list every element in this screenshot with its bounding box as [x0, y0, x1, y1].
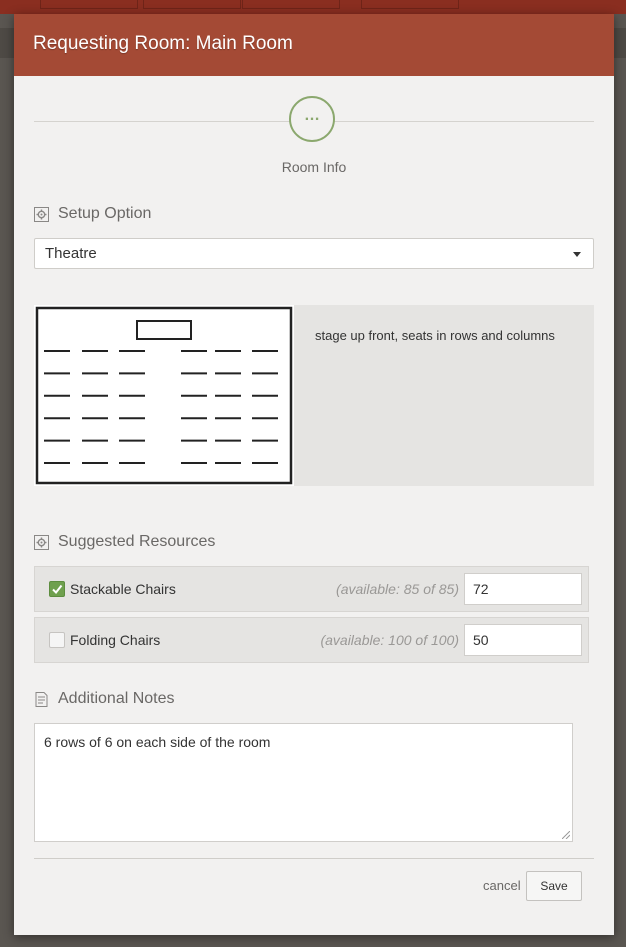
step-label: Room Info — [281, 159, 347, 175]
setup-description: stage up front, seats in rows and column… — [315, 328, 555, 343]
notes-text: 6 rows of 6 on each side of the room — [44, 734, 271, 750]
resource-name: Stackable Chairs — [70, 581, 176, 597]
save-button[interactable]: Save — [526, 871, 582, 901]
resource-quantity-input[interactable]: 50 — [464, 624, 582, 656]
gear-icon — [34, 534, 49, 550]
background-tab — [143, 0, 241, 9]
resource-checkbox[interactable] — [49, 581, 65, 597]
setup-option-select[interactable]: Theatre — [34, 238, 594, 269]
resource-row: Stackable Chairs (available: 85 of 85) 7… — [34, 566, 589, 612]
resource-availability: (available: 100 of 100) — [320, 632, 459, 648]
resource-name: Folding Chairs — [70, 632, 161, 648]
step-indicator[interactable]: … — [289, 96, 335, 142]
additional-notes-title: Additional Notes — [58, 690, 175, 707]
additional-notes-textarea[interactable]: 6 rows of 6 on each side of the room — [34, 723, 573, 842]
suggested-resources-title: Suggested Resources — [58, 533, 216, 550]
cancel-link[interactable]: cancel — [483, 878, 521, 893]
background-tab — [40, 0, 138, 9]
resize-handle-icon[interactable] — [562, 831, 570, 839]
modal-header: Requesting Room: Main Room — [14, 14, 614, 76]
footer-divider — [34, 858, 594, 859]
background-tab — [361, 0, 459, 9]
checkmark-icon — [52, 584, 63, 595]
background-tab — [242, 0, 340, 9]
setup-option-header: Setup Option — [34, 205, 151, 223]
setup-option-title: Setup Option — [58, 205, 152, 222]
resource-quantity-input[interactable]: 72 — [464, 573, 582, 605]
modal-title: Requesting Room: Main Room — [33, 33, 293, 54]
setup-preview-panel: stage up front, seats in rows and column… — [34, 305, 594, 486]
resource-checkbox[interactable] — [49, 632, 65, 648]
chevron-down-icon — [573, 252, 581, 257]
resource-availability: (available: 85 of 85) — [336, 581, 459, 597]
request-room-modal: Requesting Room: Main Room … Room Info S… — [14, 14, 614, 935]
setup-option-value: Theatre — [45, 245, 97, 262]
additional-notes-header: Additional Notes — [34, 690, 175, 708]
stage-shape — [136, 320, 192, 340]
theatre-layout-diagram — [34, 305, 294, 486]
gear-icon — [34, 206, 49, 222]
document-icon — [34, 691, 49, 707]
resource-row: Folding Chairs (available: 100 of 100) 5… — [34, 617, 589, 663]
suggested-resources-header: Suggested Resources — [34, 533, 215, 551]
